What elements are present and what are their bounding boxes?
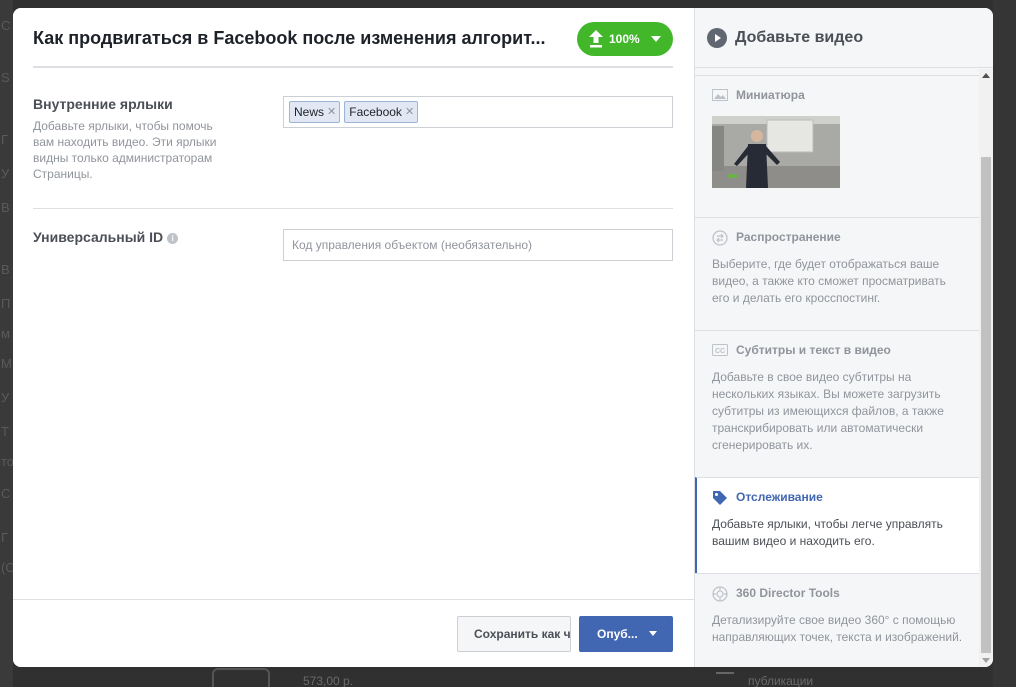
- universal-id-label: Универсальный ID: [33, 229, 164, 245]
- close-icon[interactable]: ✕: [405, 102, 414, 122]
- background-text: м: [1, 326, 10, 341]
- steps-list: Миниатюра Распространение Выберите, где …: [695, 75, 979, 667]
- upload-progress-button[interactable]: 100%: [577, 22, 673, 56]
- tag-label: News: [294, 105, 325, 119]
- step-description: Добавьте ярлыки, чтобы легче управлять в…: [712, 517, 943, 548]
- info-icon[interactable]: i: [167, 233, 179, 244]
- chevron-down-icon: [649, 631, 657, 636]
- step-thumbnail[interactable]: Миниатюра: [695, 75, 979, 217]
- dialog-main: Как продвигаться в Facebook после измене…: [13, 8, 694, 667]
- tag-icon: [712, 490, 728, 505]
- step-title: 360 Director Tools: [736, 586, 840, 600]
- step-360-tools[interactable]: 360 Director Tools Детализируйте свое ви…: [695, 573, 979, 667]
- dialog-header: Как продвигаться в Facebook после измене…: [33, 8, 673, 68]
- steps-title: Добавьте видео: [735, 28, 864, 46]
- background-text: Г: [1, 530, 9, 545]
- scroll-up-icon[interactable]: [982, 73, 990, 78]
- dialog-footer: Сохранить как черновик Опуб...: [13, 599, 694, 667]
- steps-header: Добавьте видео: [695, 8, 993, 68]
- step-description: Добавьте в свое видео субтитры на нескол…: [712, 370, 944, 452]
- scroll-down-icon[interactable]: [982, 658, 990, 663]
- background-avatar: [212, 668, 270, 687]
- universal-id-input[interactable]: [283, 229, 673, 261]
- step-description: Выберите, где будет отображаться ваше ви…: [712, 257, 946, 305]
- close-icon[interactable]: ✕: [327, 102, 336, 122]
- upload-video-dialog: Как продвигаться в Facebook после измене…: [13, 8, 993, 667]
- tag-label: Facebook: [349, 105, 402, 119]
- save-draft-button[interactable]: Сохранить как черновик: [457, 616, 571, 652]
- background-text: У: [1, 390, 10, 405]
- 360-icon: [712, 586, 728, 602]
- background-icon: [716, 672, 734, 682]
- background-left-strip: S Г У В В П м М У Т то С Г (С С: [0, 0, 15, 687]
- tags-help: Добавьте ярлыки, чтобы помочь вам находи…: [33, 119, 217, 181]
- background-text: С: [1, 486, 11, 501]
- cc-icon: CC: [712, 343, 728, 357]
- svg-text:CC: CC: [715, 348, 725, 355]
- background-text: М: [1, 356, 12, 371]
- universal-id-row: Универсальный ID i: [33, 229, 673, 289]
- tag-chip[interactable]: News ✕: [289, 101, 341, 123]
- background-text: S: [1, 70, 10, 85]
- share-icon: [712, 230, 728, 246]
- background-price: 573,00 р.: [303, 674, 354, 687]
- play-icon: [707, 27, 727, 48]
- tags-row: Внутренние ярлыки Добавьте ярлыки, чтобы…: [33, 96, 673, 209]
- step-title: Распространение: [736, 230, 841, 244]
- step-title: Отслеживание: [736, 490, 823, 504]
- background-text: П: [1, 296, 11, 311]
- step-distribution[interactable]: Распространение Выберите, где будет отоб…: [695, 217, 979, 330]
- video-title: Как продвигаться в Facebook после измене…: [33, 28, 546, 48]
- scrollbar-thumb[interactable]: [981, 157, 991, 653]
- background-publications: публикации: [748, 674, 814, 687]
- steps-panel: Добавьте видео Миниатюра Распространение…: [694, 8, 993, 667]
- publish-button[interactable]: Опуб...: [579, 616, 673, 652]
- video-thumbnail[interactable]: [712, 116, 840, 188]
- step-captions[interactable]: CC Субтитры и текст в видео Добавьте в с…: [695, 330, 979, 477]
- step-title: Субтитры и текст в видео: [736, 343, 891, 357]
- steps-scrollbar[interactable]: [979, 69, 993, 667]
- background-text: Г: [1, 132, 9, 147]
- background-right-strip: [993, 0, 1016, 687]
- step-tracking[interactable]: Отслеживание Добавьте ярлыки, чтобы легч…: [695, 477, 979, 573]
- upload-arrow-icon: [589, 30, 603, 48]
- upload-percent: 100%: [609, 32, 640, 46]
- step-description: Детализируйте свое видео 360° с помощью …: [712, 613, 963, 644]
- tags-input[interactable]: News ✕ Facebook ✕: [283, 96, 673, 128]
- background-text: Т: [1, 424, 9, 439]
- background-text: В: [1, 200, 10, 215]
- publish-label: Опуб...: [597, 627, 638, 641]
- image-icon: [712, 88, 728, 102]
- background-text: У: [1, 166, 10, 181]
- background-text: В: [1, 262, 10, 277]
- chevron-down-icon: [651, 36, 661, 42]
- tag-chip[interactable]: Facebook ✕: [344, 101, 419, 123]
- background-text: С: [1, 18, 11, 33]
- step-title: Миниатюра: [736, 88, 805, 102]
